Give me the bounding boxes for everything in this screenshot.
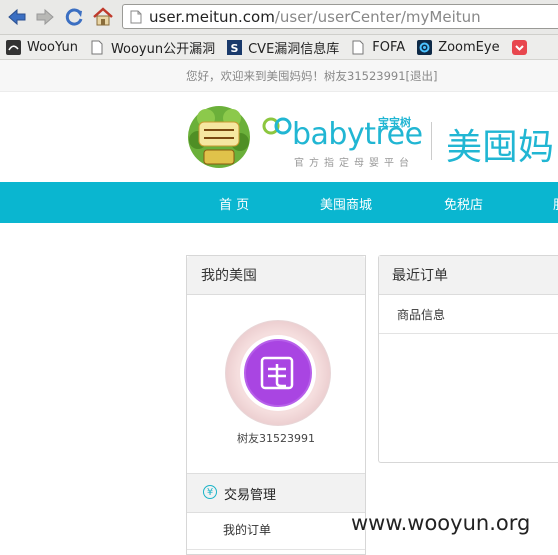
welcome-text[interactable]: 您好，欢迎来到美囤妈妈！树友31523991[退出] (186, 68, 438, 84)
bookmark-label: WooYun (27, 39, 78, 55)
svg-text:S: S (231, 42, 239, 55)
nav-dutyfree[interactable]: 免税店 (444, 194, 483, 213)
divider (187, 549, 365, 550)
nav-home[interactable]: 首 页 (219, 194, 249, 213)
watermark: www.wooyun.org (351, 511, 531, 535)
pocket-icon (511, 39, 527, 55)
bookmarks-bar: WooYun Wooyun公开漏洞 S CVE漏洞信息库 FOFA ZoomEy… (0, 35, 558, 60)
avatar-inner (240, 335, 316, 411)
browser-toolbar: user.meitun.com/user/userCenter/myMeitun (0, 0, 558, 35)
avatar-core (244, 339, 312, 407)
section-title: 交易管理 (224, 488, 277, 503)
baobaoshu-label: 宝宝树 (378, 116, 411, 129)
bookmark-zoomeye[interactable]: ZoomEye (417, 39, 500, 55)
bookmark-wooyun-public[interactable]: Wooyun公开漏洞 (90, 38, 215, 57)
babytree-logo-icon (262, 117, 292, 135)
bookmark-fofa[interactable]: FOFA (351, 40, 405, 55)
zoomeye-icon (417, 39, 433, 55)
bookmark-label: FOFA (372, 39, 406, 55)
main-nav: 首 页 美囤商城 免税店 服 (0, 182, 558, 223)
recent-orders-panel: 最近订单 商品信息 (378, 255, 558, 463)
bookmark-label: CVE漏洞信息库 (248, 41, 340, 57)
bookmark-label: Wooyun公开漏洞 (110, 41, 216, 57)
page-icon (130, 10, 142, 24)
url-text[interactable]: user.meitun.com/user/userCenter/myMeitun (149, 8, 481, 26)
header-divider (431, 122, 432, 160)
meituan-logo-text[interactable]: 美囤妈 (446, 118, 554, 170)
bookmark-cve[interactable]: S CVE漏洞信息库 (227, 38, 339, 57)
panel-title: 我的美囤 (201, 268, 257, 284)
bookmark-wooyun[interactable]: WooYun (6, 39, 78, 55)
meituan-avatar-icon (260, 356, 294, 390)
menu-my-orders[interactable]: 我的订单 (223, 521, 271, 538)
reload-icon[interactable] (63, 6, 85, 28)
url-bar[interactable]: user.meitun.com/user/userCenter/myMeitun (122, 4, 558, 29)
page-icon (352, 40, 364, 54)
forward-icon[interactable] (34, 6, 56, 28)
table-header-row: 商品信息 (379, 295, 558, 334)
bookmark-pocket[interactable] (511, 39, 533, 55)
site-topbar: 您好，欢迎来到美囤妈妈！树友31523991[退出] (0, 60, 558, 92)
section-header: ¥ 交易管理 (187, 473, 365, 513)
column-header: 商品信息 (397, 308, 446, 322)
site-header: babytree 宝宝树 官方指定母婴平台 美囤妈 (0, 92, 558, 182)
avatar[interactable] (225, 320, 331, 426)
bookmark-label: ZoomEye (438, 39, 500, 55)
nav-mall[interactable]: 美囤商城 (320, 194, 372, 213)
panel-header: 我的美囤 (187, 256, 365, 295)
username: 树友31523991 (237, 432, 315, 445)
babytree-tagline: 官方指定母婴平台 (294, 158, 414, 169)
panel-title: 最近订单 (392, 268, 448, 284)
my-meitun-panel: 我的美囤 树友31523991 ¥ 交易管理 我的订单 (186, 255, 366, 555)
back-icon[interactable] (6, 6, 28, 28)
cve-icon: S (227, 39, 243, 55)
page-icon (91, 40, 103, 54)
panel-header: 最近订单 (379, 256, 558, 295)
wooyun-icon (6, 39, 21, 55)
nav-service[interactable]: 服 (553, 194, 558, 213)
campaign-logo[interactable] (186, 104, 252, 170)
home-icon[interactable] (92, 6, 114, 28)
yen-icon: ¥ (203, 485, 217, 499)
